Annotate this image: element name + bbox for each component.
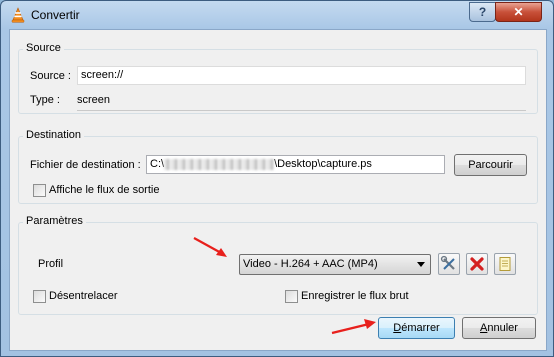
delete-profile-button[interactable] — [466, 253, 488, 275]
destination-path-prefix: C:\ — [150, 158, 165, 170]
source-divider — [77, 110, 526, 111]
new-profile-button[interactable] — [494, 253, 516, 275]
destination-group: Destination Fichier de destination : C:\… — [18, 129, 538, 204]
destination-file-input[interactable]: C:\ \Desktop\capture.ps — [146, 155, 445, 174]
destination-file-label: Fichier de destination : — [30, 159, 141, 171]
start-button-label: émarrer — [401, 322, 440, 334]
chevron-down-icon — [417, 262, 425, 267]
edit-profile-button[interactable] — [438, 253, 460, 275]
new-document-icon — [499, 257, 511, 271]
dialog-client-area: Source Source : screen:// Type : screen … — [9, 29, 547, 351]
help-button[interactable]: ? — [469, 2, 496, 22]
redacted-username — [164, 158, 275, 170]
close-button[interactable]: ✕ — [495, 2, 542, 22]
cancel-button-label: nnuler — [487, 322, 518, 334]
tools-icon — [440, 255, 455, 270]
show-output-checkbox[interactable] — [33, 184, 46, 197]
raw-stream-checkbox[interactable] — [285, 290, 298, 303]
window-title: Convertir — [31, 8, 80, 22]
type-value: screen — [77, 94, 111, 106]
profile-label: Profil — [38, 258, 64, 270]
vlc-cone-icon — [11, 7, 25, 23]
title-bar[interactable]: Convertir ? ✕ — [1, 1, 553, 29]
destination-group-title: Destination — [23, 129, 85, 141]
raw-stream-label: Enregistrer le flux brut — [301, 290, 409, 302]
destination-path-suffix: \Desktop\capture.ps — [274, 158, 372, 170]
show-output-label: Affiche le flux de sortie — [49, 184, 160, 196]
type-label: Type : — [30, 94, 60, 106]
annotation-arrow-start — [331, 319, 376, 335]
deinterlace-label: Désentrelacer — [49, 290, 118, 302]
start-button[interactable]: Démarrer — [378, 317, 455, 339]
annotation-arrow-profile — [193, 237, 227, 257]
convert-dialog: Convertir ? ✕ Source Source : screen:// … — [0, 0, 554, 357]
cancel-button[interactable]: Annuler — [462, 317, 536, 339]
settings-group: Paramètres Profil Video - H.264 + AAC (M… — [18, 215, 538, 315]
profile-selected-value: Video - H.264 + AAC (MP4) — [243, 258, 378, 270]
source-group-title: Source — [23, 42, 64, 54]
delete-x-icon — [470, 257, 484, 271]
source-group: Source Source : screen:// Type : screen — [18, 42, 538, 114]
browse-button[interactable]: Parcourir — [454, 154, 527, 176]
profile-select[interactable]: Video - H.264 + AAC (MP4) — [239, 254, 431, 275]
deinterlace-checkbox[interactable] — [33, 290, 46, 303]
source-label: Source : — [30, 70, 71, 82]
source-input[interactable]: screen:// — [77, 66, 526, 85]
settings-group-title: Paramètres — [23, 215, 86, 227]
